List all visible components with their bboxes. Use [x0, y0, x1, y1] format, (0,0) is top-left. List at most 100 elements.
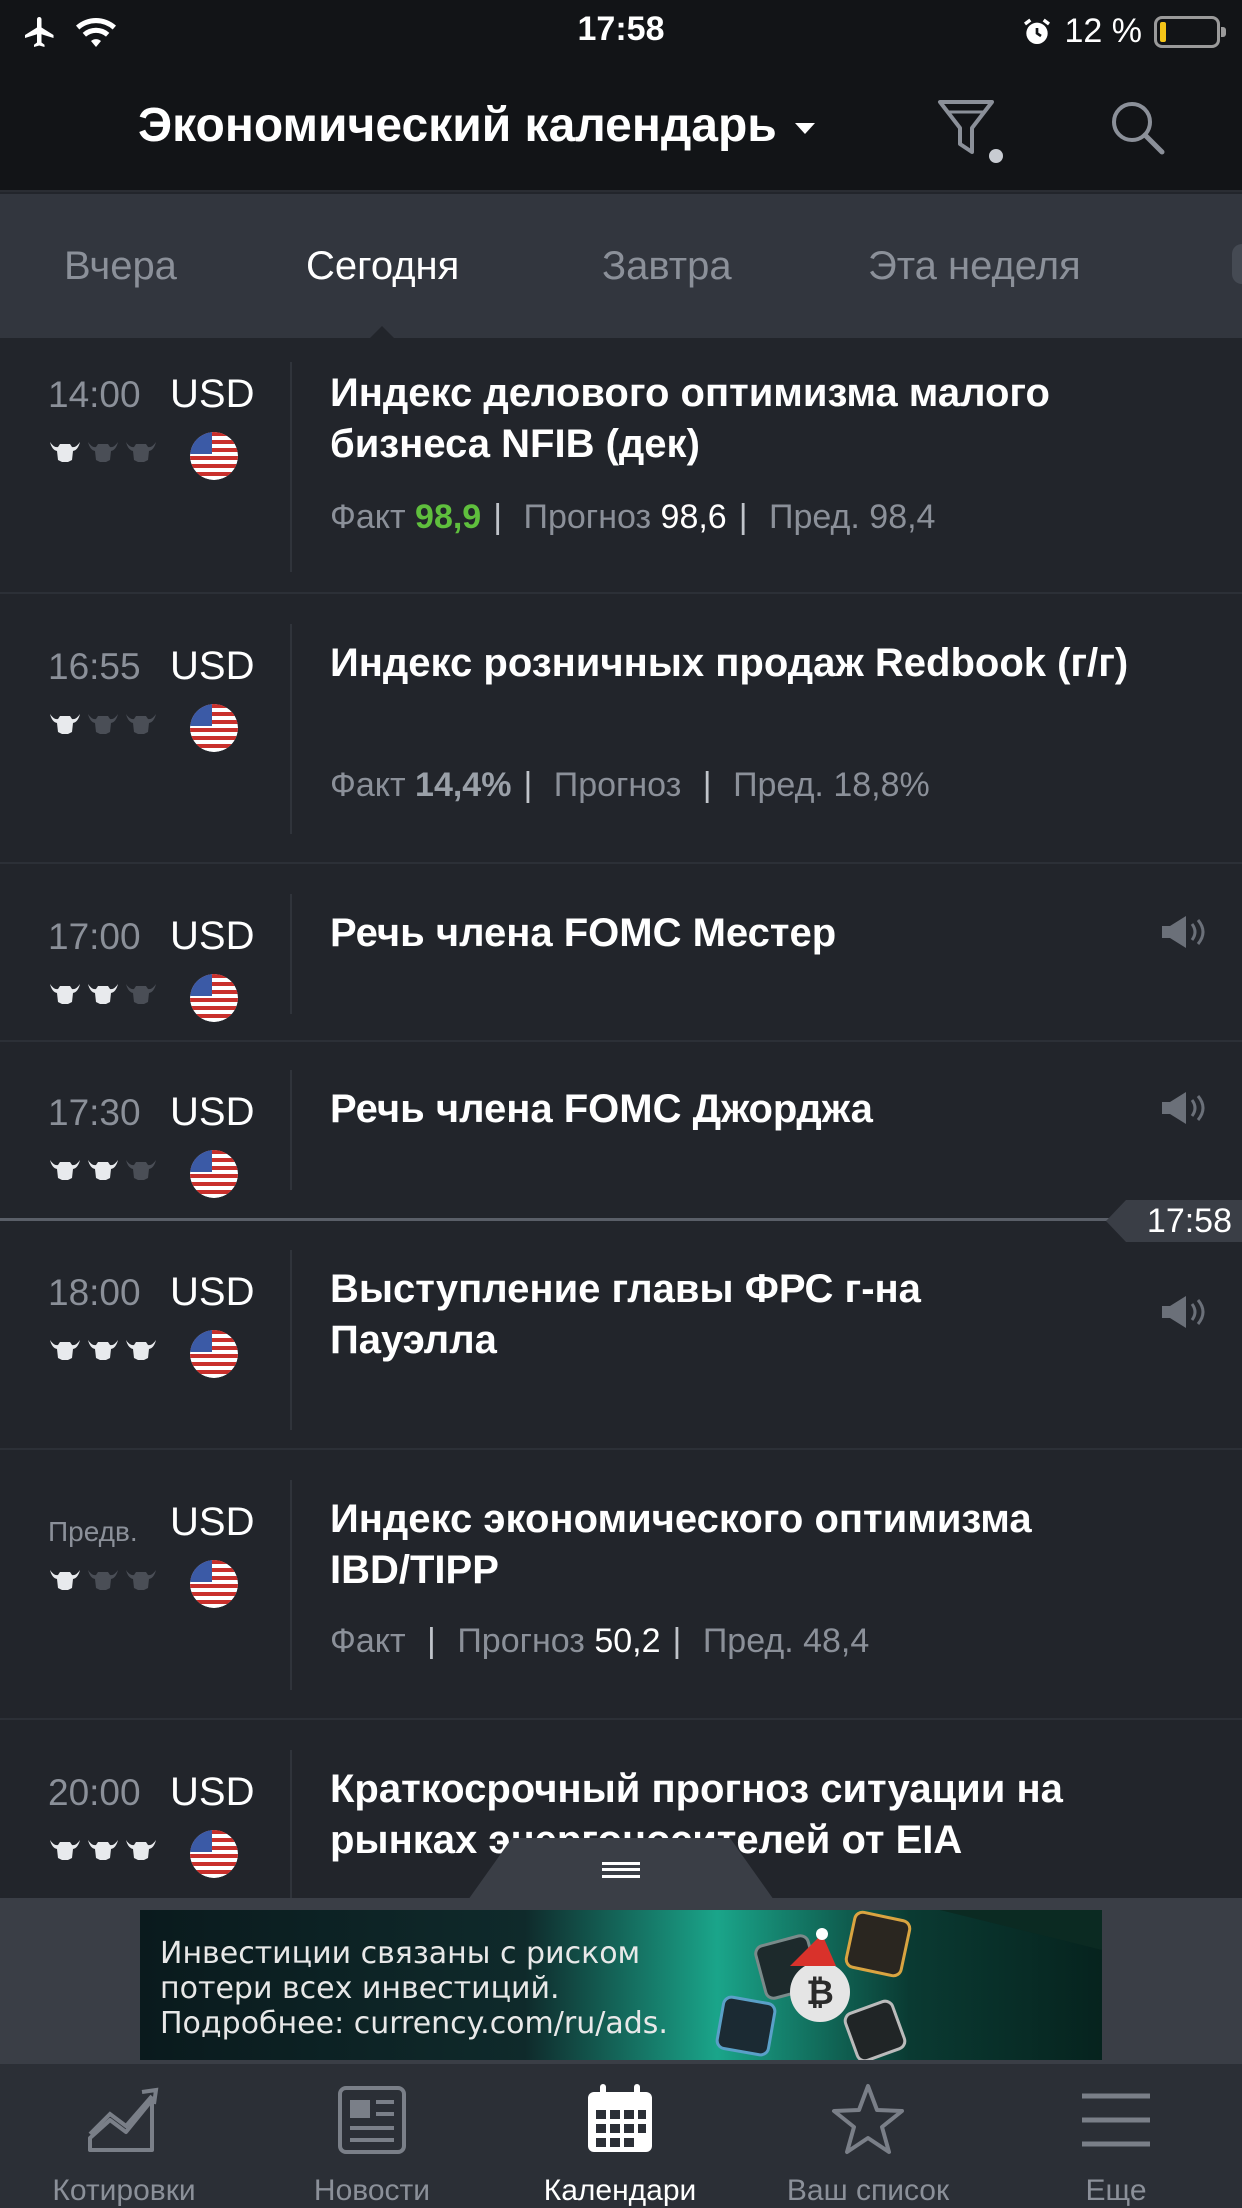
app-header: Экономический календарь: [0, 62, 1242, 192]
importance-indicator: [48, 710, 158, 736]
filter-icon[interactable]: [936, 94, 1006, 164]
event-time: 17:30: [48, 1092, 141, 1133]
event-title: Речь члена FOMC Местер: [330, 911, 837, 955]
bull-importance-icon: [88, 1340, 118, 1360]
event-title: Индекс розничных продаж Redbook (г/г): [330, 641, 1129, 685]
bottom-nav: Котировки Новости Календари Ваш список Е…: [0, 2062, 1242, 2208]
actual-value: 14,4%: [415, 766, 512, 804]
bull-importance-icon: [50, 1160, 80, 1180]
nav-quotes[interactable]: Котировки: [0, 2064, 248, 2208]
us-flag-icon: [190, 1150, 238, 1198]
row-divider: [290, 1070, 292, 1190]
event-row[interactable]: 17:00 USD Речь члена FOMC Местер: [0, 864, 1242, 1042]
tab-today[interactable]: Сегодня: [306, 244, 459, 289]
previous-value: 98,4: [869, 498, 936, 536]
event-time: Предв.: [48, 1516, 138, 1547]
importance-indicator: [48, 1836, 158, 1862]
event-values: Факт 98,9 | Прогноз 98,6 | Пред. 98,4: [330, 498, 936, 536]
event-time: 20:00: [48, 1772, 141, 1813]
bull-importance-icon: [126, 1340, 156, 1360]
bull-importance-icon: [88, 984, 118, 1004]
bull-importance-icon: [50, 1570, 80, 1590]
bull-importance-icon: [50, 714, 80, 734]
tab-tomorrow[interactable]: Завтра: [602, 244, 732, 289]
event-currency: USD: [170, 1770, 255, 1814]
news-icon: [338, 2086, 406, 2154]
row-divider: [290, 624, 292, 834]
us-flag-icon: [190, 432, 238, 480]
nav-more[interactable]: Еще: [992, 2064, 1240, 2208]
ad-line: Инвестиции связаны с риском: [160, 1936, 641, 1971]
speech-icon: [1162, 1296, 1205, 1328]
importance-indicator: [48, 1336, 158, 1362]
event-currency: USD: [170, 644, 255, 688]
forecast-label: Прогноз: [457, 1622, 585, 1660]
row-divider: [290, 1750, 292, 1900]
drawer-handle[interactable]: [468, 1838, 774, 1900]
bull-importance-icon: [88, 1840, 118, 1860]
actual-label: Факт: [330, 1622, 406, 1660]
current-time-line: [0, 1218, 1242, 1221]
bull-importance-icon: [50, 984, 80, 1004]
event-currency: USD: [170, 372, 255, 416]
date-tabs: Вчера Сегодня Завтра Эта неделя: [0, 194, 1242, 338]
event-time: 18:00: [48, 1272, 141, 1313]
forecast-label: Прогноз: [553, 766, 682, 804]
actual-label: Факт: [330, 498, 406, 536]
bull-importance-icon: [126, 984, 156, 1004]
event-time: 14:00: [48, 374, 141, 415]
event-title: Речь члена FOMC Джорджа: [330, 1087, 873, 1131]
event-title: Индекс экономического оптимизма IBD/TIPP: [330, 1497, 1032, 1592]
bull-importance-icon: [50, 1340, 80, 1360]
tab-scroll-edge: [1232, 244, 1242, 284]
star-icon: [832, 2084, 904, 2154]
forecast-value: 50,2: [594, 1622, 661, 1660]
bull-importance-icon: [88, 442, 118, 462]
nav-watchlist[interactable]: Ваш список: [744, 2064, 992, 2208]
nav-label: Календари: [543, 2174, 697, 2207]
speech-icon: [1162, 1092, 1205, 1124]
row-divider: [290, 1250, 292, 1430]
page-title: Экономический календарь: [138, 99, 777, 152]
speech-icon: [1162, 916, 1205, 948]
status-bar: 17:58 12 %: [0, 0, 1242, 62]
ad-line: потери всех инвестиций.: [160, 1971, 560, 2006]
current-time-badge: 17:58: [1106, 1200, 1242, 1242]
tab-this-week[interactable]: Эта неделя: [868, 244, 1081, 289]
tab-yesterday[interactable]: Вчера: [64, 244, 177, 289]
nav-calendar[interactable]: Календари: [496, 2064, 744, 2208]
importance-indicator: [48, 1566, 158, 1592]
importance-indicator: [48, 980, 158, 1006]
battery-icon: [1154, 15, 1226, 48]
alarm-icon: [1023, 18, 1050, 44]
event-row[interactable]: 18:00 USD Выступление главы ФРС г-на Пау…: [0, 1222, 1242, 1450]
calendar-type-dropdown[interactable]: Экономический календарь: [138, 98, 815, 153]
previous-value: 48,4: [803, 1622, 870, 1660]
nav-news[interactable]: Новости: [248, 2064, 496, 2208]
event-row[interactable]: 16:55 USD Индекс розничных продаж Redboo…: [0, 594, 1242, 864]
event-values: Факт 14,4% | Прогноз | Пред. 18,8%: [330, 766, 930, 804]
event-values: Факт | Прогноз 50,2 | Пред. 48,4: [330, 1622, 870, 1660]
event-row[interactable]: Предв. USD Индекс экономического оптимиз…: [0, 1450, 1242, 1720]
row-divider: [290, 1480, 292, 1690]
bull-importance-icon: [88, 1160, 118, 1180]
ad-banner[interactable]: ₿ Инвестиции связаны с риском потери все…: [140, 1910, 1102, 2060]
bull-importance-icon: [126, 714, 156, 734]
bull-importance-icon: [126, 442, 156, 462]
event-row[interactable]: 17:30 USD Речь члена FOMC Джорджа: [0, 1042, 1242, 1220]
menu-icon: [1082, 2093, 1150, 2147]
event-title: Выступление главы ФРС г-на Пауэлла: [330, 1267, 921, 1362]
bull-importance-icon: [50, 1840, 80, 1860]
event-currency: USD: [170, 914, 255, 958]
event-row[interactable]: 14:00 USD Индекс делового оптимизма мало…: [0, 338, 1242, 594]
bull-importance-icon: [88, 1570, 118, 1590]
us-flag-icon: [190, 1330, 238, 1378]
search-icon[interactable]: [1108, 98, 1168, 158]
forecast-value: 98,6: [660, 498, 727, 536]
actual-value: 98,9: [415, 498, 482, 536]
bull-importance-icon: [126, 1570, 156, 1590]
ad-area: ₿ Инвестиции связаны с риском потери все…: [0, 1898, 1242, 2062]
previous-value: 18,8%: [833, 766, 930, 804]
importance-indicator: [48, 438, 158, 464]
nav-label: Котировки: [52, 2174, 196, 2207]
